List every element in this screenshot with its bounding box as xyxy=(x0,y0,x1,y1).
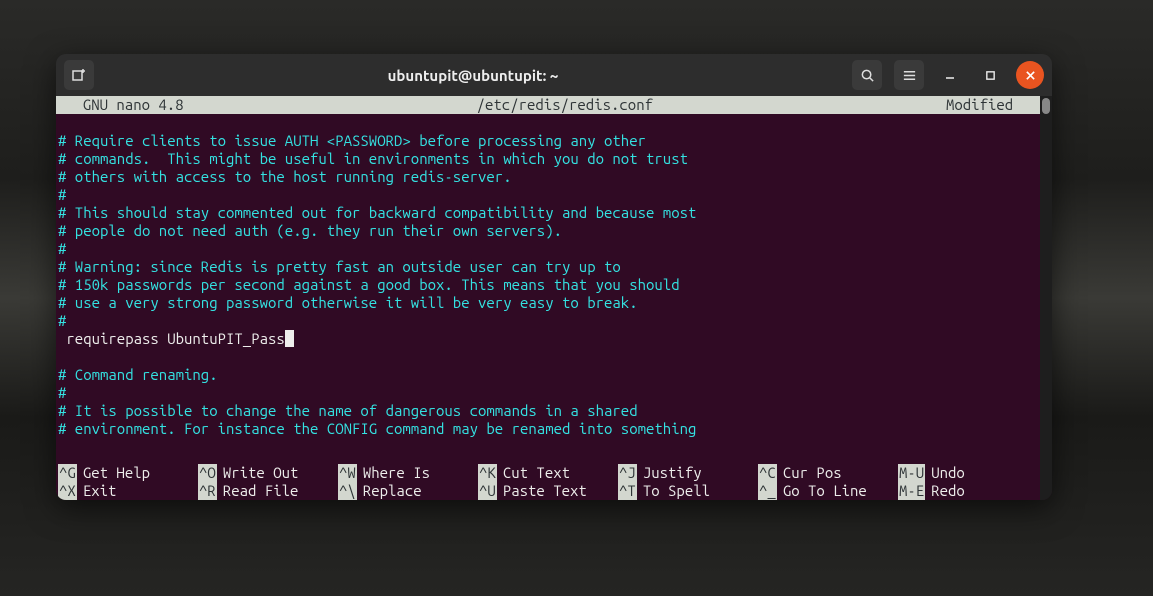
shortcut-action: Exit xyxy=(77,482,117,500)
maximize-icon xyxy=(985,70,996,81)
nano-version: GNU nano 4.8 xyxy=(66,96,184,114)
shortcut-action: Go To Line xyxy=(777,482,867,500)
maximize-button[interactable] xyxy=(976,61,1004,89)
nano-filename: /etc/redis/redis.conf xyxy=(477,96,653,114)
menu-button[interactable] xyxy=(894,60,924,90)
editor-line: # use a very strong password otherwise i… xyxy=(58,294,1050,312)
shortcut-item: ^KCut Text xyxy=(478,464,618,482)
editor-line: # Require clients to issue AUTH <PASSWOR… xyxy=(58,132,1050,150)
editor-line: # people do not need auth (e.g. they run… xyxy=(58,222,1050,240)
shortcut-key: ^W xyxy=(338,464,357,482)
titlebar-right xyxy=(852,60,1044,90)
shortcut-key: ^O xyxy=(198,464,217,482)
editor-line: # This should stay commented out for bac… xyxy=(58,204,1050,222)
shortcut-key: ^R xyxy=(198,482,217,500)
shortcut-item: ^JJustify xyxy=(618,464,758,482)
shortcut-action: Undo xyxy=(925,464,965,482)
titlebar[interactable]: ubuntupit@ubuntupit: ~ xyxy=(56,54,1052,96)
editor-line: # environment. For instance the CONFIG c… xyxy=(58,420,1050,438)
shortcut-action: Redo xyxy=(925,482,965,500)
shortcut-action: Read File xyxy=(217,482,299,500)
shortcut-item: ^TTo Spell xyxy=(618,482,758,500)
nano-titlebar: GNU nano 4.8 /etc/redis/redis.conf Modif… xyxy=(56,96,1040,114)
shortcut-action: Paste Text xyxy=(497,482,587,500)
editor-line: # It is possible to change the name of d… xyxy=(58,402,1050,420)
shortcut-key: ^T xyxy=(618,482,637,500)
editor-line: # xyxy=(58,312,1050,330)
editor-line: requirepass UbuntuPIT_Pass xyxy=(58,330,1050,348)
window-title: ubuntupit@ubuntupit: ~ xyxy=(94,67,852,84)
scrollbar-thumb[interactable] xyxy=(1042,98,1050,114)
new-tab-button[interactable] xyxy=(64,60,94,90)
shortcut-action: To Spell xyxy=(637,482,710,500)
search-icon xyxy=(860,68,875,83)
editor-line: # xyxy=(58,384,1050,402)
shortcut-item: ^CCur Pos xyxy=(758,464,898,482)
shortcut-key: ^\ xyxy=(338,482,357,500)
shortcut-row-2: ^XExit^RRead File^\Replace^UPaste Text^T… xyxy=(58,482,1038,500)
shortcut-item: M-UUndo xyxy=(898,464,1038,482)
shortcut-row-1: ^GGet Help^OWrite Out^WWhere Is^KCut Tex… xyxy=(58,464,1038,482)
minimize-icon xyxy=(944,69,956,81)
new-tab-icon xyxy=(71,67,87,83)
terminal-body[interactable]: GNU nano 4.8 /etc/redis/redis.conf Modif… xyxy=(56,96,1052,500)
minimize-button[interactable] xyxy=(936,61,964,89)
nano-editor-content[interactable]: # Require clients to issue AUTH <PASSWOR… xyxy=(56,132,1052,438)
editor-line: # xyxy=(58,186,1050,204)
shortcut-key: ^K xyxy=(478,464,497,482)
shortcut-key: M-U xyxy=(898,464,925,482)
shortcut-action: Justify xyxy=(637,464,702,482)
shortcut-action: Write Out xyxy=(217,464,299,482)
shortcut-key: ^G xyxy=(58,464,77,482)
shortcut-item: ^_Go To Line xyxy=(758,482,898,500)
editor-line: # xyxy=(58,240,1050,258)
shortcut-item: ^WWhere Is xyxy=(338,464,478,482)
editor-line: # Warning: since Redis is pretty fast an… xyxy=(58,258,1050,276)
shortcut-item: ^\Replace xyxy=(338,482,478,500)
shortcut-action: Cur Pos xyxy=(777,464,842,482)
editor-line: # 150k passwords per second against a go… xyxy=(58,276,1050,294)
nano-shortcut-bar: ^GGet Help^OWrite Out^WWhere Is^KCut Tex… xyxy=(56,464,1040,500)
shortcut-key: ^J xyxy=(618,464,637,482)
editor-line xyxy=(58,348,1050,366)
close-button[interactable] xyxy=(1016,61,1044,89)
search-button[interactable] xyxy=(852,60,882,90)
shortcut-item: M-ERedo xyxy=(898,482,1038,500)
editor-line: # others with access to the host running… xyxy=(58,168,1050,186)
terminal-window: ubuntupit@ubuntupit: ~ xyxy=(56,54,1052,500)
editor-line: # commands. This might be useful in envi… xyxy=(58,150,1050,168)
terminal-scrollbar[interactable] xyxy=(1040,96,1052,500)
shortcut-key: ^X xyxy=(58,482,77,500)
shortcut-item: ^XExit xyxy=(58,482,198,500)
shortcut-key: ^_ xyxy=(758,482,777,500)
shortcut-action: Replace xyxy=(357,482,422,500)
shortcut-item: ^GGet Help xyxy=(58,464,198,482)
shortcut-action: Cut Text xyxy=(497,464,570,482)
shortcut-key: ^U xyxy=(478,482,497,500)
shortcut-item: ^RRead File xyxy=(198,482,338,500)
editor-line: # Command renaming. xyxy=(58,366,1050,384)
text-cursor xyxy=(285,330,294,347)
shortcut-action: Get Help xyxy=(77,464,150,482)
shortcut-action: Where Is xyxy=(357,464,430,482)
nano-status: Modified xyxy=(946,96,1030,114)
close-icon xyxy=(1025,70,1036,81)
shortcut-key: M-E xyxy=(898,482,925,500)
titlebar-left xyxy=(64,60,94,90)
shortcut-item: ^OWrite Out xyxy=(198,464,338,482)
shortcut-item: ^UPaste Text xyxy=(478,482,618,500)
shortcut-key: ^C xyxy=(758,464,777,482)
hamburger-icon xyxy=(902,68,917,83)
